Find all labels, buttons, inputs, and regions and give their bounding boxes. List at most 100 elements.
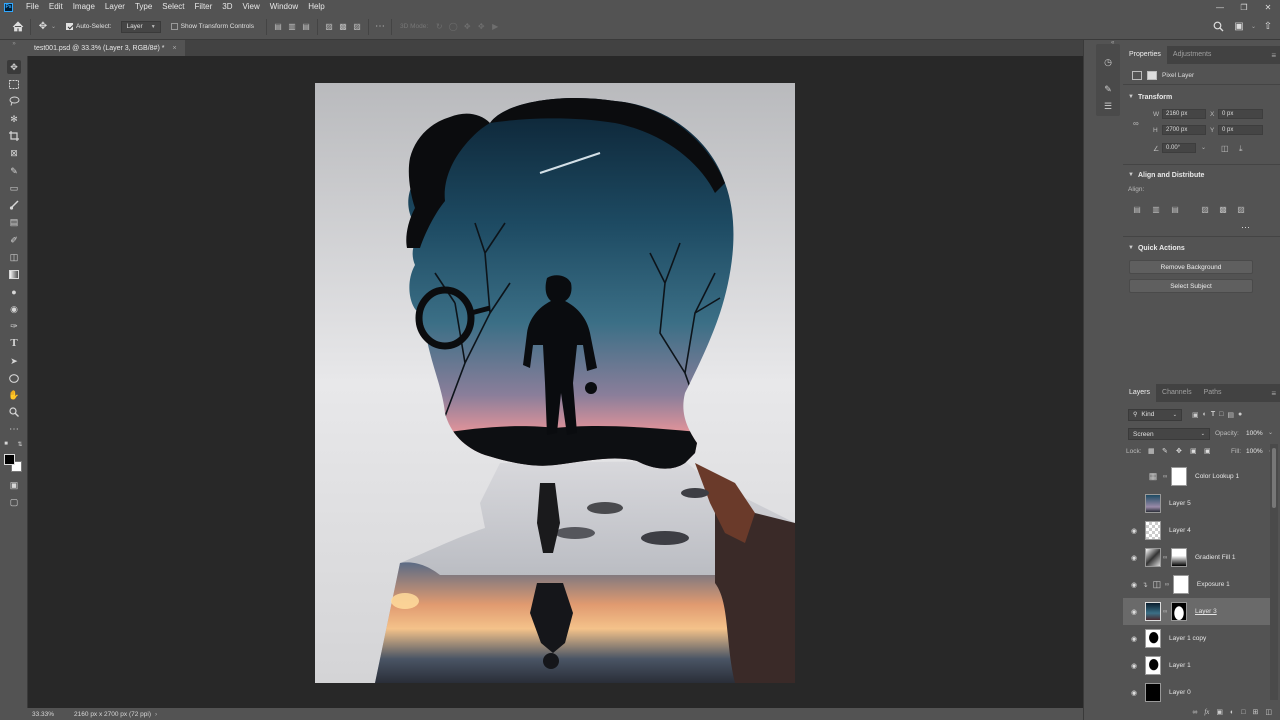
tab-adjustments[interactable]: Adjustments [1167, 46, 1218, 64]
eyedropper-tool-icon[interactable]: ✎ [7, 164, 21, 178]
color-swatches[interactable] [4, 454, 24, 474]
move-tool-icon[interactable]: ✥ [7, 60, 21, 74]
menu-edit[interactable]: Edit [44, 0, 68, 14]
align-right-edges-icon[interactable]: ▤ [299, 20, 313, 34]
menu-file[interactable]: File [21, 0, 44, 14]
layer-select-dropdown[interactable]: Layer ▼ [121, 20, 161, 33]
layer-mask-thumbnail[interactable] [1171, 548, 1187, 567]
healing-brush-tool-icon[interactable]: ▭ [7, 181, 21, 195]
filter-adjustment-icon[interactable]: ◐ [1203, 411, 1207, 418]
checkbox-checked-icon[interactable] [66, 23, 74, 30]
ellipse-tool-icon[interactable] [7, 371, 21, 385]
layer-row-color-lookup[interactable]: ◉ ▦ ∞ Color Lookup 1 [1123, 463, 1270, 490]
crop-tool-icon[interactable] [7, 129, 21, 143]
filter-smart-object-icon[interactable]: ▤ [1227, 411, 1234, 419]
lock-all-icon[interactable]: ▣ [1204, 447, 1211, 455]
move-tool-icon[interactable]: ✥ [35, 19, 51, 35]
brush-settings-icon[interactable]: ✎ [1101, 82, 1115, 96]
align-middle-icon[interactable]: ▩ [1218, 204, 1228, 214]
close-tab-icon[interactable]: × [172, 45, 176, 52]
layer-row-layer-4[interactable]: ◉ Layer 4 [1123, 517, 1270, 544]
align-left-icon[interactable]: ▤ [1132, 204, 1142, 214]
chevron-down-icon[interactable]: ⌄ [1268, 429, 1273, 436]
history-panel-icon[interactable]: ◷ [1101, 55, 1115, 69]
align-right-icon[interactable]: ▤ [1170, 204, 1180, 214]
new-adjustment-icon[interactable]: ◐ [1230, 709, 1234, 716]
edit-toolbar-icon[interactable]: ⋯ [7, 422, 21, 436]
layer-name[interactable]: Layer 1 [1169, 662, 1191, 669]
lock-artboard-icon[interactable]: ▣ [1190, 447, 1197, 455]
document-tab[interactable]: test001.psd @ 33.3% (Layer 3, RGB/8#) * … [28, 40, 185, 56]
layer-thumbnail[interactable] [1145, 629, 1161, 648]
document-canvas[interactable] [315, 83, 795, 683]
layer-name[interactable]: Layer 3 [1195, 608, 1217, 615]
layers-scrollbar[interactable] [1270, 444, 1278, 700]
width-field[interactable]: 2160 px [1162, 109, 1206, 119]
gradient-tool-icon[interactable] [7, 267, 21, 281]
eye-icon[interactable]: ◉ [1129, 580, 1139, 590]
layer-name[interactable]: Layer 5 [1169, 500, 1191, 507]
y-field[interactable]: 0 px [1218, 125, 1263, 135]
tab-channels[interactable]: Channels [1156, 384, 1198, 402]
layer-row-gradient-fill[interactable]: ◉ ∞ Gradient Fill 1 [1123, 544, 1270, 571]
new-layer-icon[interactable]: ⊞ [1253, 708, 1259, 716]
filter-toggle-icon[interactable]: ● [1238, 411, 1242, 418]
eye-icon[interactable]: ◉ [1129, 526, 1139, 536]
layer-thumbnail[interactable] [1145, 494, 1161, 513]
flip-vertical-icon[interactable]: ⤓ [1239, 144, 1243, 154]
layer-thumbnail[interactable] [1145, 656, 1161, 675]
menu-layer[interactable]: Layer [100, 0, 130, 14]
hand-tool-icon[interactable]: ✋ [7, 388, 21, 402]
quick-actions-header[interactable]: ▼ Quick Actions [1123, 241, 1185, 255]
roll-3d-icon[interactable]: ◯ [446, 20, 460, 34]
layer-thumbnail[interactable] [1145, 521, 1161, 540]
screen-mode-icon[interactable]: ▢ [7, 495, 21, 509]
align-horizontal-centers-icon[interactable]: ▥ [285, 20, 299, 34]
menu-view[interactable]: View [238, 0, 265, 14]
restore-icon[interactable]: ❐ [1232, 0, 1256, 14]
menu-3d[interactable]: 3D [217, 0, 237, 14]
swap-colors-icon[interactable]: ⇅ [16, 440, 24, 448]
checkbox-unchecked-icon[interactable] [170, 23, 178, 30]
auto-select-checkbox[interactable]: Auto-Select: [66, 23, 111, 30]
eye-icon[interactable]: ◉ [1129, 607, 1139, 617]
flip-horizontal-icon[interactable]: ◫ [1221, 144, 1229, 153]
menu-help[interactable]: Help [303, 0, 329, 14]
brush-tool-icon[interactable] [7, 198, 21, 212]
tab-layers[interactable]: Layers [1123, 384, 1157, 402]
align-center-icon[interactable]: ▥ [1151, 204, 1161, 214]
layer-name[interactable]: Layer 4 [1169, 527, 1191, 534]
share-icon[interactable]: ⇧ [1260, 19, 1276, 35]
history-brush-tool-icon[interactable]: ✐ [7, 233, 21, 247]
type-tool-icon[interactable]: T [7, 336, 21, 350]
link-layers-icon[interactable]: ∞ [1192, 709, 1197, 716]
panel-menu-icon[interactable]: ≡ [1271, 51, 1276, 60]
add-mask-icon[interactable]: ▣ [1216, 708, 1223, 716]
fx-icon[interactable]: fx [1204, 708, 1209, 716]
orbit-3d-icon[interactable]: ↻ [432, 20, 446, 34]
search-icon[interactable] [1211, 19, 1227, 35]
minimize-icon[interactable]: — [1208, 0, 1232, 14]
show-transform-checkbox[interactable]: Show Transform Controls [170, 23, 254, 30]
chevron-down-icon[interactable]: ⌄ [1201, 144, 1206, 151]
layer-name[interactable]: Color Lookup 1 [1195, 473, 1239, 480]
pen-tool-icon[interactable]: ✑ [7, 319, 21, 333]
default-colors-icon[interactable]: ■ [2, 440, 10, 448]
home-icon[interactable] [10, 19, 26, 35]
close-icon[interactable]: ✕ [1256, 0, 1280, 14]
menu-filter[interactable]: Filter [190, 0, 218, 14]
pan-3d-icon[interactable]: ✥ [460, 20, 474, 34]
eye-icon[interactable]: ◉ [1129, 553, 1139, 563]
status-menu-icon[interactable]: › [155, 711, 157, 718]
eye-icon[interactable]: ◉ [1129, 661, 1139, 671]
layer-row-layer-3[interactable]: ◉ ∞ Layer 3 [1123, 598, 1270, 625]
workspace-icon[interactable]: ▣ [1231, 19, 1247, 35]
align-bottom-edges-icon[interactable]: ▨ [350, 20, 364, 34]
menu-image[interactable]: Image [68, 0, 100, 14]
dodge-tool-icon[interactable]: ◉ [7, 302, 21, 316]
frame-tool-icon[interactable]: ⊠ [7, 146, 21, 160]
chevron-down-icon[interactable]: ⌄ [51, 23, 56, 30]
select-subject-button[interactable]: Select Subject [1129, 279, 1253, 293]
filter-kind-dropdown[interactable]: ⚲ Kind ⌄ [1128, 408, 1182, 421]
more-options-icon[interactable]: ⋯ [373, 20, 387, 34]
